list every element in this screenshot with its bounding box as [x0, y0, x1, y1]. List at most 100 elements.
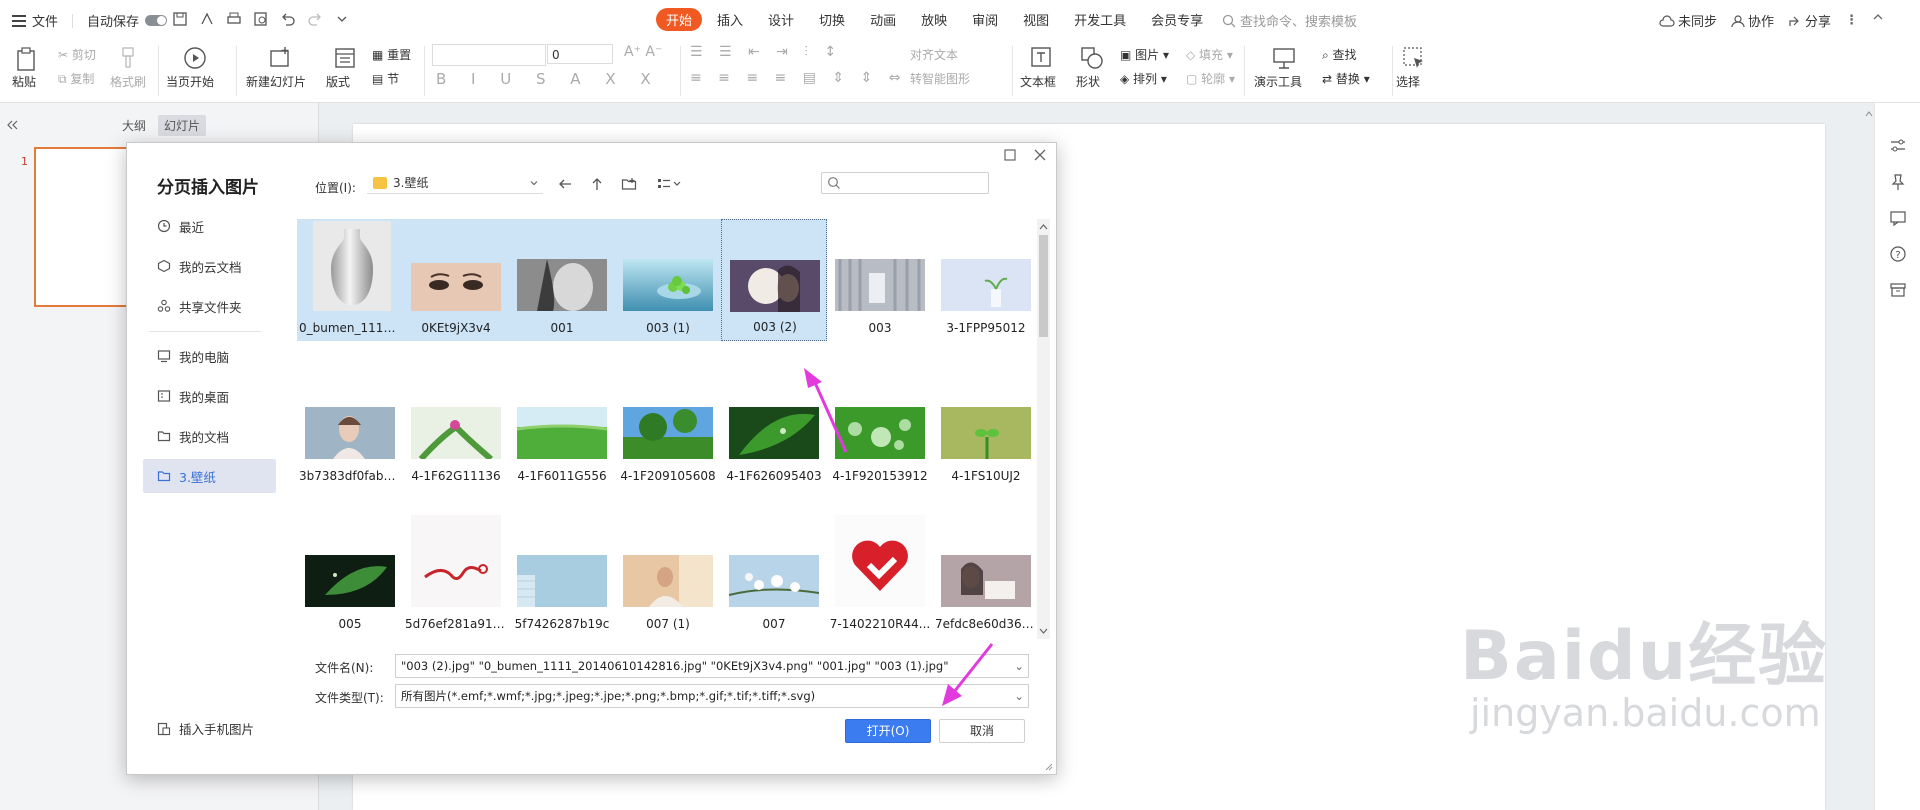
outline-button[interactable]: ▢ 轮廓 ▾: [1186, 70, 1235, 87]
open-button[interactable]: 打开(O): [845, 719, 931, 743]
command-search[interactable]: 查找命令、搜索模板: [1222, 11, 1357, 30]
sidebar-item-recent[interactable]: 最近: [143, 209, 276, 243]
tab-slideshow[interactable]: 放映: [911, 8, 957, 31]
smart-graphic-button[interactable]: 转智能图形: [910, 70, 970, 87]
find-button[interactable]: ⌕ 查找: [1322, 46, 1357, 63]
editor-scrollbar[interactable]: [1864, 103, 1874, 810]
file-tile[interactable]: 4-1F62G11136: [403, 367, 509, 489]
format-icon[interactable]: [199, 11, 215, 27]
print-icon[interactable]: [226, 11, 242, 27]
textbox-button[interactable]: 文本框: [1020, 73, 1056, 90]
file-tile[interactable]: 5d76ef281a918...: [403, 515, 509, 637]
collapse-panel-icon[interactable]: [6, 119, 18, 131]
file-tile[interactable]: 5f7426287b19c: [509, 515, 615, 637]
sidebar-item-desktop[interactable]: 我的桌面: [143, 379, 276, 413]
comment-icon[interactable]: [1889, 209, 1907, 227]
layout-icon[interactable]: [333, 46, 357, 70]
cut-button[interactable]: ✂ 剪切: [58, 46, 96, 63]
sidebar-item-my-computer[interactable]: 我的电脑: [143, 339, 276, 373]
new-folder-icon[interactable]: [621, 176, 637, 192]
customize-dropdown-icon[interactable]: [334, 11, 350, 27]
presentation-tools-button[interactable]: 演示工具: [1254, 73, 1302, 90]
view-mode-icon[interactable]: [657, 176, 683, 192]
tab-slides[interactable]: 幻灯片: [158, 115, 207, 136]
sidebar-item-documents[interactable]: 我的文档: [143, 419, 276, 453]
insert-from-phone-button[interactable]: 插入手机图片: [157, 719, 254, 738]
format-painter-icon[interactable]: [118, 46, 138, 70]
new-slide-button[interactable]: 新建幻灯片: [246, 73, 306, 90]
layout-button[interactable]: 版式: [326, 73, 350, 90]
up-arrow-icon[interactable]: [589, 176, 605, 192]
file-tile[interactable]: 007 (1): [615, 515, 721, 637]
fill-button[interactable]: ◇ 填充 ▾: [1186, 46, 1233, 63]
copy-button[interactable]: ⧉ 复制: [58, 70, 94, 87]
autosave-toggle[interactable]: [145, 15, 168, 26]
archive-icon[interactable]: [1889, 281, 1907, 299]
file-tile[interactable]: 003 (2): [721, 219, 827, 341]
font-size-select[interactable]: 0: [547, 44, 613, 64]
more-icon[interactable]: ⋮: [1845, 11, 1858, 30]
select-icon[interactable]: [1402, 46, 1426, 70]
tab-developer[interactable]: 开发工具: [1064, 8, 1136, 31]
format-painter-button[interactable]: 格式刷: [110, 73, 146, 90]
grid-scrollbar[interactable]: [1037, 219, 1050, 639]
sidebar-item-wallpaper[interactable]: 3.壁纸: [143, 459, 276, 493]
back-arrow-icon[interactable]: [557, 176, 573, 192]
new-slide-icon[interactable]: [268, 46, 292, 70]
play-from-current-button[interactable]: 当页开始: [166, 73, 214, 90]
shapes-button[interactable]: 形状: [1076, 73, 1100, 90]
collaborate-button[interactable]: 协作: [1731, 11, 1774, 30]
shapes-icon[interactable]: [1080, 46, 1104, 70]
tab-design[interactable]: 设计: [758, 8, 804, 31]
replace-button[interactable]: ⇄ 替换 ▾: [1322, 70, 1370, 87]
picture-button[interactable]: ▣ 图片 ▾: [1120, 46, 1169, 63]
tab-view[interactable]: 视图: [1013, 8, 1059, 31]
tab-home[interactable]: 开始: [656, 8, 703, 31]
sidebar-item-shared-folder[interactable]: 共享文件夹: [143, 289, 276, 323]
play-icon[interactable]: [183, 46, 207, 70]
scroll-thumb[interactable]: [1039, 235, 1048, 337]
file-tile[interactable]: 001: [509, 219, 615, 341]
file-tile[interactable]: 0KEt9jX3v4: [403, 219, 509, 341]
file-tile[interactable]: 7-1402210R44...: [827, 515, 933, 637]
tab-review[interactable]: 审阅: [962, 8, 1008, 31]
file-tile[interactable]: 4-1F209105608: [615, 367, 721, 489]
paste-icon[interactable]: [14, 46, 40, 72]
file-tile[interactable]: 003 (1): [615, 219, 721, 341]
collapse-ribbon-icon[interactable]: [1872, 11, 1884, 23]
sync-status[interactable]: 未同步: [1659, 11, 1717, 30]
file-tile[interactable]: 4-1FS10UJ2: [933, 367, 1039, 489]
location-select[interactable]: 3.壁纸: [367, 172, 543, 194]
tab-member[interactable]: 会员专享: [1141, 8, 1213, 31]
scroll-down-icon[interactable]: [1037, 625, 1050, 637]
presentation-tools-icon[interactable]: [1272, 46, 1296, 70]
align-text-button[interactable]: 对齐文本: [910, 46, 958, 63]
chevron-down-icon[interactable]: ⌄: [1014, 685, 1024, 707]
grow-shrink-font[interactable]: A⁺ A⁻: [624, 44, 662, 60]
list-buttons[interactable]: ☰ ☰ ⇤ ⇥ ⫶ ↕: [690, 44, 842, 60]
file-tile[interactable]: 7efdc8e60d363...: [933, 515, 1039, 637]
redo-icon[interactable]: [307, 11, 323, 27]
resize-grip-icon[interactable]: [1043, 761, 1053, 771]
font-style-buttons[interactable]: B I U S A X X: [436, 70, 661, 88]
align-buttons[interactable]: ≡ ≡ ≡ ≡ ▤ ⇕ ⇕ ⇔: [690, 70, 907, 86]
paste-button[interactable]: 粘贴: [12, 73, 36, 90]
undo-icon[interactable]: [280, 11, 296, 27]
cancel-button[interactable]: 取消: [939, 719, 1025, 743]
file-menu[interactable]: 文件: [32, 11, 58, 30]
share-button[interactable]: 分享: [1788, 11, 1831, 30]
tab-animation[interactable]: 动画: [860, 8, 906, 31]
close-icon[interactable]: [1033, 148, 1047, 162]
section-button[interactable]: ▤ 节: [372, 70, 399, 87]
file-tile[interactable]: 0_bumen_1111...: [297, 219, 403, 341]
pin-icon[interactable]: [1889, 173, 1907, 191]
select-button[interactable]: 选择: [1396, 73, 1420, 90]
maximize-icon[interactable]: [1003, 148, 1017, 162]
textbox-icon[interactable]: [1030, 46, 1052, 68]
settings-sliders-icon[interactable]: [1889, 137, 1907, 155]
font-name-select[interactable]: [432, 44, 546, 66]
arrange-button[interactable]: ◈ 排列 ▾: [1120, 70, 1167, 87]
print-preview-icon[interactable]: [253, 11, 269, 27]
file-tile[interactable]: 4-1F6011G556: [509, 367, 615, 489]
chevron-down-icon[interactable]: ⌄: [1014, 655, 1024, 677]
